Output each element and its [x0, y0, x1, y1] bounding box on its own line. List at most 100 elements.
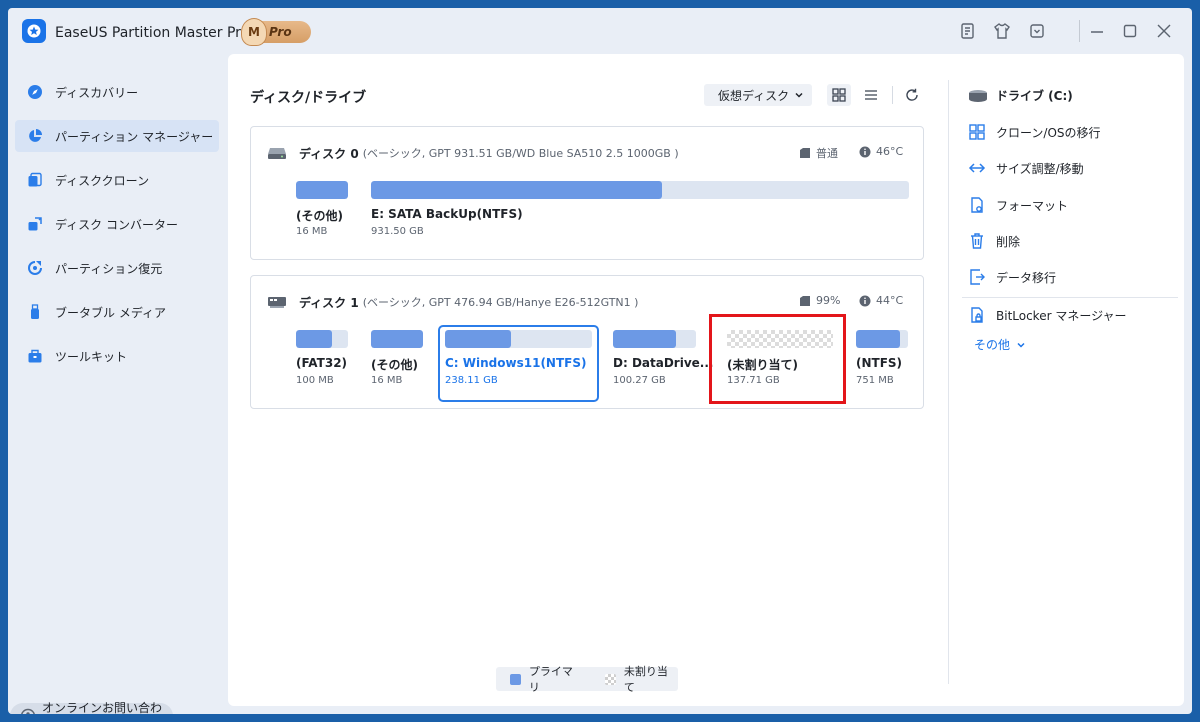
online-contact-label: オンラインお問い合わせ	[42, 701, 163, 714]
drive-title-label: ドライブ (C:)	[996, 89, 1073, 103]
drive-title: ドライブ (C:)	[968, 87, 1073, 104]
partition-usage-bar	[371, 181, 662, 199]
partition-usage-bar	[613, 330, 677, 348]
partition-name: (その他)	[371, 358, 418, 372]
hard-disk-icon	[267, 146, 287, 160]
maximize-icon[interactable]	[1120, 21, 1140, 41]
action-clone-migrate[interactable]: クローン/OSの移行	[968, 122, 1101, 142]
virtual-disk-dropdown[interactable]: 仮想ディスク	[704, 84, 812, 106]
badge-m-icon: M	[241, 18, 267, 46]
clone-icon	[968, 123, 986, 141]
legend-primary-swatch	[510, 673, 521, 685]
legend-unallocated-label: 未割り当て	[623, 665, 668, 694]
sidebar-item-label: パーティション復元	[55, 261, 163, 276]
partition-block[interactable]: (NTFS) 751 MB	[856, 330, 908, 390]
headset-icon	[20, 708, 36, 714]
disk-convert-icon	[27, 216, 43, 232]
shirt-icon[interactable]	[992, 21, 1012, 41]
sidebar-item-discovery[interactable]: ディスカバリー	[15, 76, 219, 108]
sidebar-item-disk-converter[interactable]: ディスク コンバーター	[15, 208, 219, 240]
toolkit-icon	[27, 348, 43, 364]
sidebar: ディスカバリー パーティション マネージャー ディスククローン ディスク コンバ…	[8, 54, 228, 714]
partition-name: C: Windows11(NTFS)	[445, 356, 587, 370]
partition-usage-bar	[296, 181, 348, 199]
disk-health: 99%	[799, 294, 840, 307]
dropdown-menu-icon[interactable]	[1027, 21, 1047, 41]
grid-view-icon[interactable]	[827, 84, 851, 106]
partition-size: 100.27 GB	[613, 375, 666, 386]
action-label: クローン/OSの移行	[996, 125, 1101, 140]
panel-divider	[948, 80, 949, 684]
disk-health-value: 普通	[816, 147, 838, 160]
legend-primary-label: プライマリ	[528, 665, 573, 694]
disk-temperature-value: 46°C	[876, 145, 904, 158]
data-migrate-icon	[968, 268, 986, 286]
disk-card[interactable]: ディスク 0 (ベーシック, GPT 931.51 GB/WD Blue SA5…	[250, 126, 924, 260]
bitlocker-icon	[968, 306, 986, 324]
disk-info: (ベーシック, GPT 931.51 GB/WD Blue SA510 2.5 …	[362, 147, 679, 160]
main-panel: ディスク/ドライブ 仮想ディスク ディスク 0 (ベーシック, GPT 931.…	[228, 54, 1184, 706]
disk-info: (ベーシック, GPT 476.94 GB/Hanye E26-512GTN1 …	[362, 296, 639, 309]
partition-block-unallocated[interactable]: (未割り当て) 137.71 GB	[727, 330, 833, 390]
minimize-icon[interactable]	[1087, 21, 1107, 41]
partition-size: 16 MB	[296, 226, 328, 237]
action-resize-move[interactable]: サイズ調整/移動	[968, 158, 1084, 178]
chevron-down-icon	[1016, 340, 1026, 350]
disk-card[interactable]: ディスク 1 (ベーシック, GPT 476.94 GB/Hanye E26-5…	[250, 275, 924, 409]
partition-block[interactable]: D: DataDrive... 100.27 GB	[613, 330, 713, 390]
action-delete[interactable]: 削除	[968, 231, 1020, 251]
partition-name: (その他)	[296, 209, 343, 223]
partition-block-selected[interactable]: C: Windows11(NTFS) 238.11 GB	[445, 330, 592, 390]
sidebar-item-toolkit[interactable]: ツールキット	[15, 340, 219, 372]
page-title: ディスク/ドライブ	[250, 90, 367, 106]
sidebar-item-bootable-media[interactable]: ブータブル メディア	[15, 296, 219, 328]
refresh-icon[interactable]	[900, 84, 924, 106]
close-icon[interactable]	[1154, 21, 1174, 41]
partition-size: 137.71 GB	[727, 375, 780, 386]
sidebar-item-label: ディスカバリー	[55, 85, 139, 100]
action-data-migrate[interactable]: データ移行	[968, 267, 1056, 287]
disk-header: ディスク 0 (ベーシック, GPT 931.51 GB/WD Blue SA5…	[267, 145, 679, 161]
sidebar-item-label: パーティション マネージャー	[55, 129, 214, 144]
notes-icon[interactable]	[958, 21, 978, 41]
online-contact-button[interactable]: オンラインお問い合わせ	[10, 701, 173, 714]
sidebar-item-partition-manager[interactable]: パーティション マネージャー	[15, 120, 219, 152]
action-format[interactable]: フォーマット	[968, 195, 1068, 215]
partition-block[interactable]: (その他) 16 MB	[296, 181, 348, 241]
sidebar-item-partition-recovery[interactable]: パーティション復元	[15, 252, 219, 284]
pro-badge[interactable]: M Pro	[241, 18, 311, 46]
partition-name: (未割り当て)	[727, 358, 798, 372]
unallocated-pattern-bar	[727, 330, 833, 348]
action-label: データ移行	[996, 270, 1057, 285]
pro-badge-label: Pro	[269, 25, 292, 39]
sidebar-item-label: ブータブル メディア	[55, 305, 166, 320]
disk-temperature: 46°C	[859, 145, 903, 158]
action-label: サイズ調整/移動	[996, 161, 1084, 176]
sidebar-item-label: ディスククローン	[55, 173, 150, 188]
compass-icon	[27, 84, 43, 100]
partition-name: (FAT32)	[296, 356, 348, 370]
partition-block[interactable]: (FAT32) 100 MB	[296, 330, 348, 390]
info-icon	[859, 146, 871, 158]
sidebar-item-disk-clone[interactable]: ディスククローン	[15, 164, 219, 196]
toolbar-divider	[892, 86, 893, 104]
partition-name: D: DataDrive...	[613, 356, 714, 370]
partition-name: E: SATA BackUp(NTFS)	[371, 207, 523, 221]
info-icon	[859, 295, 871, 307]
disk-clone-icon	[27, 172, 43, 188]
more-actions-label: その他	[974, 338, 1011, 352]
app-logo-icon	[22, 19, 46, 43]
title-bar: EaseUS Partition Master Pro版 M Pro	[8, 8, 1192, 54]
partition-block[interactable]: E: SATA BackUp(NTFS) 931.50 GB	[371, 181, 909, 241]
drive-icon	[968, 89, 988, 103]
list-view-icon[interactable]	[859, 84, 883, 106]
partition-size: 16 MB	[371, 375, 403, 386]
virtual-disk-label: 仮想ディスク	[718, 88, 790, 103]
resize-icon	[968, 159, 986, 177]
action-bitlocker[interactable]: BitLocker マネージャー	[968, 305, 1127, 325]
partition-size: 931.50 GB	[371, 226, 424, 237]
partition-block[interactable]: (その他) 16 MB	[371, 330, 423, 390]
more-actions-button[interactable]: その他	[974, 336, 1026, 353]
titlebar-divider	[1079, 20, 1080, 42]
format-icon	[968, 196, 986, 214]
